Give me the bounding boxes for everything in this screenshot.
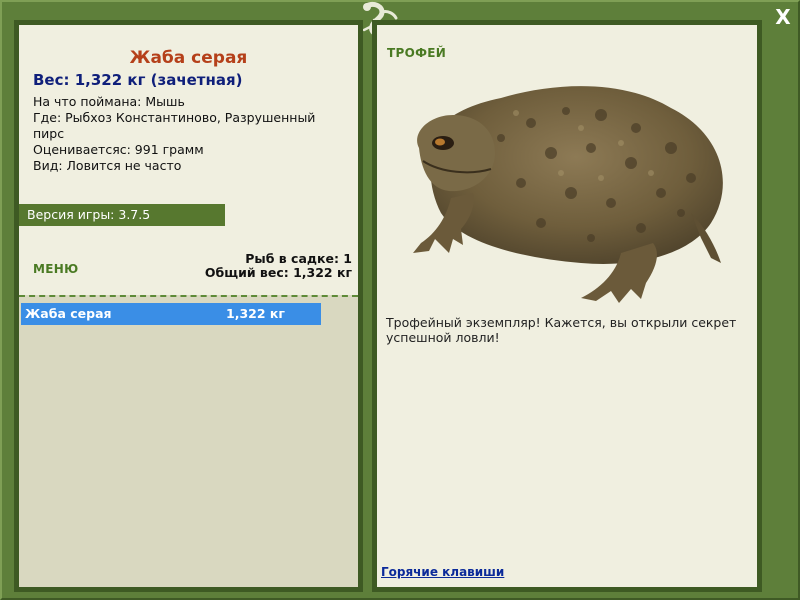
list-item-weight: 1,322 кг [226,306,285,321]
list-item-name: Жаба серая [25,306,112,321]
close-button[interactable]: X [770,4,796,30]
location-info: Где: Рыбхоз Константиново, Разрушенный п… [33,110,316,141]
trophy-description: Трофейный экземпляр! Кажется, вы открыли… [386,315,737,345]
hotkeys-link[interactable]: Горячие клавиши [381,565,504,579]
list-item[interactable]: Жаба серая 1,322 кг [21,303,321,325]
keepnet-stats: Рыб в садке: 1 Общий вес: 1,322 кг [205,252,352,280]
fish-count: Рыб в садке: 1 [245,251,352,266]
version-bar: Версия игры: 3.7.5 [19,204,225,226]
catch-info-panel: Жаба серая Вес: 1,322 кг (зачетная) На ч… [19,25,358,587]
total-weight: Общий вес: 1,322 кг [204,265,352,280]
fish-title: Жаба серая [129,48,248,68]
trophy-panel: ТРОФЕЙ Трофейный экземпляр! Кажется, вы … [377,25,757,587]
valuation-info: Оцениваетсяс: 991 грамм [33,142,204,157]
catch-list: Жаба серая 1,322 кг [19,295,358,587]
catch-details: На что поймана: Мышь Где: Рыбхоз Констан… [33,94,348,174]
bait-info: На что поймана: Мышь [33,94,185,109]
menu-button[interactable]: МЕНЮ [33,262,78,276]
fish-weight: Вес: 1,322 кг (зачетная) [33,71,243,89]
toad-image [391,53,741,303]
close-icon: X [775,5,791,29]
rarity-info: Вид: Ловится не часто [33,158,182,173]
